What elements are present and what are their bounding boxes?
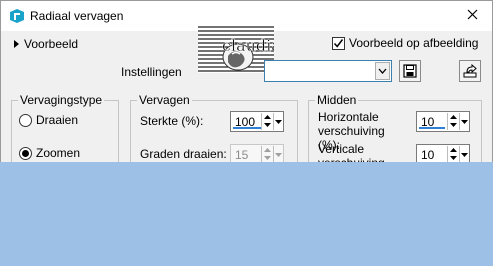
- radio-label: Draaien: [36, 113, 79, 127]
- close-button[interactable]: [452, 1, 492, 31]
- twist-value: 15: [235, 148, 249, 162]
- h-offset-dropdown-icon[interactable]: [459, 113, 468, 130]
- strength-label: Sterkte (%):: [140, 114, 204, 128]
- arrow-down-icon: [262, 154, 272, 162]
- radio-option-zoomen[interactable]: Zoomen: [19, 146, 80, 160]
- arrow-down-icon[interactable]: [448, 121, 458, 129]
- h-offset-spinbox[interactable]: 10: [416, 111, 470, 132]
- v-offset-stepper[interactable]: [447, 146, 458, 162]
- center-title: Midden: [315, 93, 359, 107]
- dialog-window: Radiaal vervagen Voorbeeld claudi Voorbe…: [0, 0, 493, 162]
- v-offset-label: Verticale verschuiving (%):: [318, 142, 385, 162]
- save-icon: [403, 64, 417, 78]
- arrow-up-icon[interactable]: [448, 146, 458, 154]
- claudia-logo: claudia: [198, 24, 274, 73]
- blur-type-title: Vervagingstype: [18, 93, 105, 107]
- arrow-up-icon: [262, 146, 272, 154]
- strength-spinbox[interactable]: 100: [230, 111, 284, 132]
- radio-label: Zoomen: [36, 146, 81, 160]
- v-offset-spinbox[interactable]: 10: [416, 144, 470, 162]
- v-offset-value[interactable]: 10: [421, 148, 434, 162]
- v-offset-dropdown-icon[interactable]: [459, 146, 468, 162]
- settings-dropdown[interactable]: [264, 60, 392, 82]
- checkmark-icon: [333, 38, 344, 48]
- radio-button[interactable]: [19, 113, 32, 127]
- preview-label: Voorbeeld: [24, 37, 79, 51]
- h-offset-stepper[interactable]: [447, 113, 458, 130]
- preview-toggle[interactable]: Voorbeeld: [14, 37, 78, 51]
- window-title: Radiaal vervagen: [30, 9, 124, 23]
- triangle-right-icon: [14, 40, 19, 48]
- radio-selected-dot: [22, 149, 29, 157]
- reset-icon: [463, 64, 477, 78]
- strength-dropdown-icon[interactable]: [273, 113, 282, 130]
- h-offset-slider-bar[interactable]: [419, 127, 445, 129]
- psp-icon: [9, 8, 25, 24]
- twist-spinbox: 15: [230, 144, 284, 162]
- preview-on-image-label: Voorbeeld op afbeelding: [349, 36, 479, 50]
- chevron-down-icon[interactable]: [375, 62, 390, 80]
- twist-stepper: [261, 146, 272, 162]
- logo-text: claudia: [222, 36, 274, 55]
- arrow-up-icon[interactable]: [448, 113, 458, 121]
- blur-title: Vervagen: [137, 93, 192, 107]
- arrow-down-icon[interactable]: [448, 154, 458, 162]
- radio-option-draaien[interactable]: Draaien: [19, 113, 78, 127]
- twist-dropdown-icon: [273, 146, 282, 162]
- save-settings-button[interactable]: [399, 60, 421, 82]
- preview-on-image-checkbox[interactable]: [332, 36, 345, 50]
- radio-button[interactable]: [19, 146, 32, 160]
- strength-slider-bar[interactable]: [233, 127, 261, 129]
- close-icon: [467, 9, 478, 23]
- twist-label: Graden draaien:: [140, 147, 227, 161]
- settings-label: Instellingen: [121, 65, 182, 79]
- reset-settings-button[interactable]: [459, 60, 481, 82]
- arrow-up-icon[interactable]: [262, 113, 272, 121]
- arrow-down-icon[interactable]: [262, 121, 272, 129]
- preview-on-image-toggle[interactable]: Voorbeeld op afbeelding: [332, 36, 478, 50]
- strength-stepper[interactable]: [261, 113, 272, 130]
